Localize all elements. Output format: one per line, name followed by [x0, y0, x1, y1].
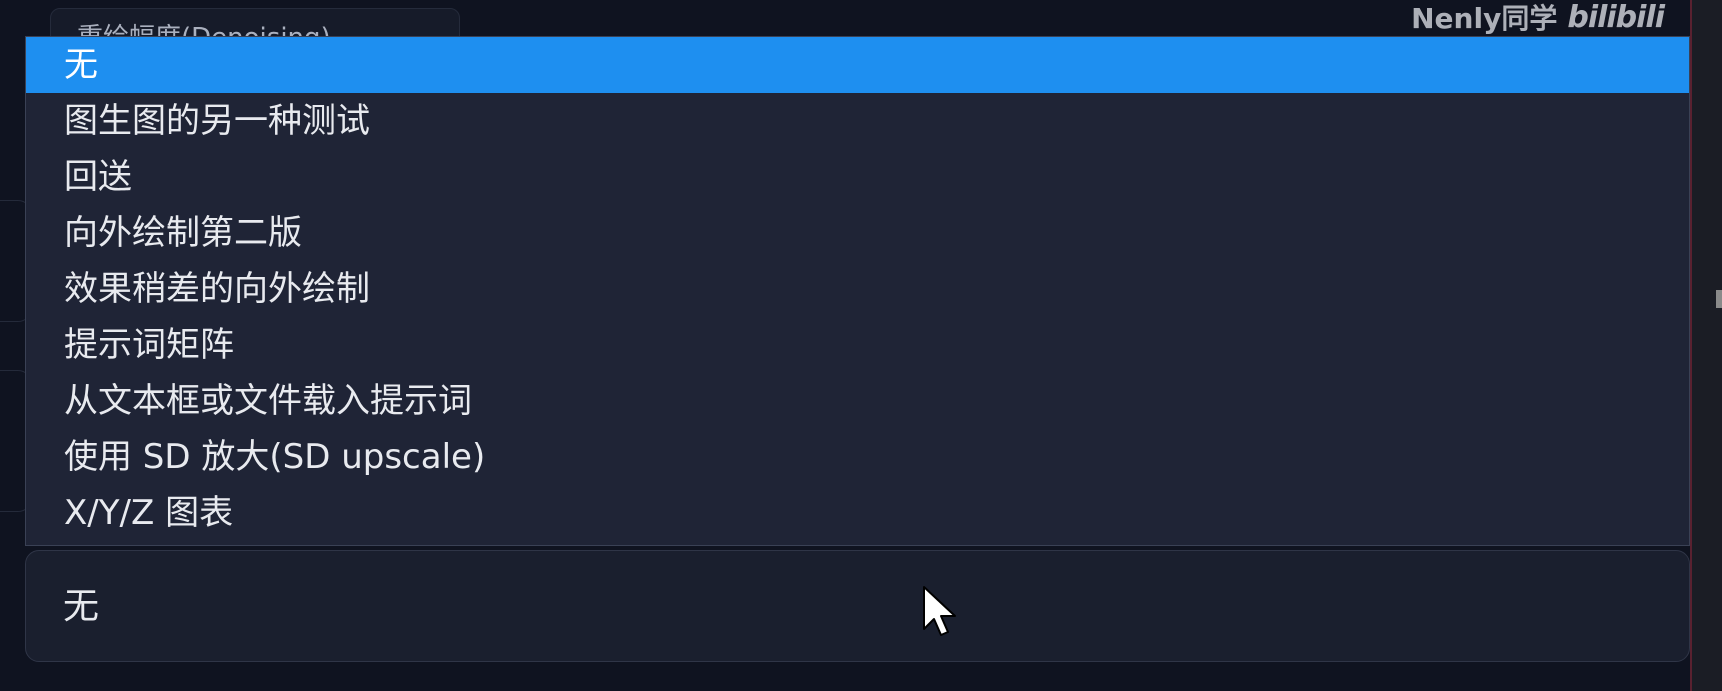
- side-strip: [1692, 0, 1722, 691]
- dropdown-option-poor-mans-outpainting[interactable]: 效果稍差的向外绘制: [26, 261, 1689, 317]
- mouse-pointer-icon: [923, 586, 956, 636]
- dropdown-option-img2img-alternative-test[interactable]: 图生图的另一种测试: [26, 93, 1689, 149]
- dropdown-option-loopback[interactable]: 回送: [26, 149, 1689, 205]
- dropdown-option-sd-upscale[interactable]: 使用 SD 放大(SD upscale): [26, 429, 1689, 485]
- dropdown-option-xyz-plot[interactable]: X/Y/Z 图表: [26, 485, 1689, 541]
- app-screen: 重绘幅度(Denoising) Nenly同学 bilibili 无 图生图的另…: [0, 0, 1722, 691]
- scroll-marker: [1716, 290, 1722, 308]
- script-dropdown-list[interactable]: 无 图生图的另一种测试 回送 向外绘制第二版 效果稍差的向外绘制 提示词矩阵 从…: [25, 36, 1690, 546]
- dropdown-option-none[interactable]: 无: [26, 37, 1689, 93]
- script-select[interactable]: 无: [25, 550, 1690, 662]
- watermark: Nenly同学 bilibili: [1411, 0, 1665, 35]
- dropdown-option-prompt-matrix[interactable]: 提示词矩阵: [26, 317, 1689, 373]
- bilibili-logo: bilibili: [1567, 0, 1665, 35]
- watermark-author: Nenly同学: [1411, 2, 1558, 35]
- dropdown-option-outpainting-mk2[interactable]: 向外绘制第二版: [26, 205, 1689, 261]
- script-select-value: 无: [63, 586, 100, 627]
- dropdown-option-prompts-from-file[interactable]: 从文本框或文件载入提示词: [26, 373, 1689, 429]
